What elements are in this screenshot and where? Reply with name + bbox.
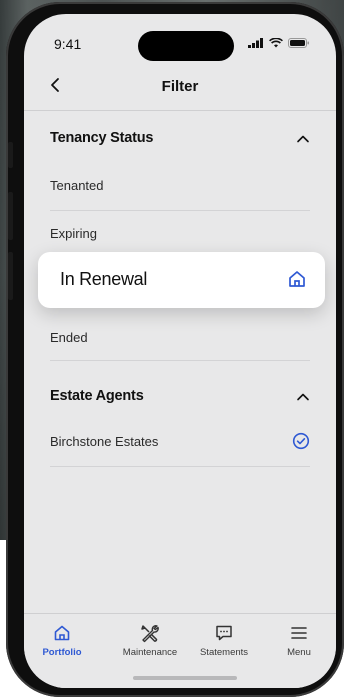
filter-option-label: In Renewal <box>60 269 148 289</box>
phone-volume-up <box>8 192 13 240</box>
section-title: Estate Agents <box>50 388 144 404</box>
phone-volume-down <box>8 252 13 300</box>
section-estate-agents[interactable]: Estate Agents <box>50 388 310 412</box>
tab-label: Menu <box>287 647 311 658</box>
phone-frame: 9:41 Filter Tenancy Status Tenanted Expi… <box>6 2 344 697</box>
filter-option-tenanted[interactable]: Tenanted <box>50 164 310 210</box>
filter-option-label: Tenanted <box>50 178 104 193</box>
filter-option-birchstone-estates[interactable]: Birchstone Estates <box>50 420 310 466</box>
tab-bar: Portfolio Maintenance Statements Menu <box>24 613 336 688</box>
home-icon <box>25 622 99 644</box>
filter-option-label: Ended <box>50 330 88 345</box>
tab-label: Maintenance <box>122 647 178 658</box>
header-divider <box>24 110 336 111</box>
section-tenancy-status[interactable]: Tenancy Status <box>50 130 310 154</box>
tab-maintenance[interactable]: Maintenance <box>113 622 187 658</box>
tab-portfolio[interactable]: Portfolio <box>25 622 99 658</box>
tab-label: Portfolio <box>42 647 82 658</box>
chevron-up-icon[interactable] <box>296 132 310 151</box>
nav-header: Filter <box>24 76 336 106</box>
divider <box>50 360 310 361</box>
status-time: 9:41 <box>54 36 82 52</box>
divider <box>50 466 310 467</box>
filter-option-label: Expiring <box>50 226 97 241</box>
battery-icon <box>288 38 309 48</box>
filter-option-label: Birchstone Estates <box>50 434 159 449</box>
section-title: Tenancy Status <box>50 130 154 146</box>
screen: 9:41 Filter Tenancy Status Tenanted Expi… <box>24 14 336 688</box>
chevron-up-icon[interactable] <box>296 390 310 409</box>
filter-option-ended[interactable]: Ended <box>50 316 310 362</box>
tab-label: Statements <box>199 647 249 658</box>
dynamic-island <box>138 31 234 61</box>
message-icon <box>187 622 261 644</box>
phone-side-button <box>8 142 13 168</box>
tools-icon <box>113 622 187 644</box>
signal-icon <box>248 38 263 48</box>
home-indicator <box>133 676 237 680</box>
tab-menu[interactable]: Menu <box>262 622 336 658</box>
status-bar: 9:41 <box>24 14 336 64</box>
page-title: Filter <box>161 78 199 95</box>
wifi-icon <box>269 38 283 48</box>
status-icons <box>248 38 310 48</box>
home-icon <box>287 269 307 294</box>
filter-option-in-renewal[interactable]: In Renewal <box>38 252 325 308</box>
menu-icon <box>262 622 336 644</box>
check-circle-icon <box>292 432 310 455</box>
tab-statements[interactable]: Statements <box>187 622 261 658</box>
divider <box>50 210 310 211</box>
